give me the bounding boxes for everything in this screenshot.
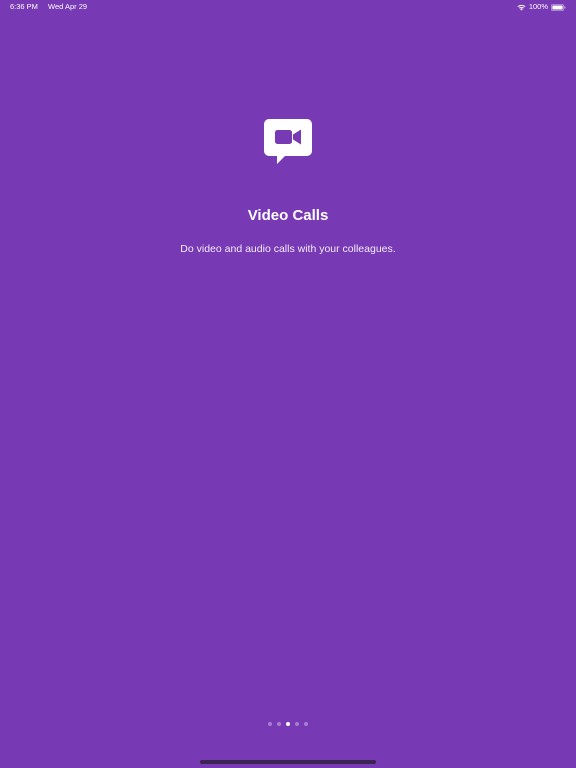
onboarding-description: Do video and audio calls with your colle… (180, 243, 396, 255)
status-time: 6:36 PM (10, 2, 38, 11)
video-chat-icon (264, 119, 312, 164)
hero-icon-container (0, 118, 576, 171)
status-date: Wed Apr 29 (48, 2, 88, 11)
page-indicator[interactable] (0, 722, 576, 726)
status-left: 6:36 PM Wed Apr 29 (10, 0, 87, 14)
page-dot-5[interactable] (304, 722, 308, 726)
wifi-icon (517, 4, 526, 10)
status-right: 100% (517, 0, 566, 14)
page-dot-2[interactable] (277, 722, 281, 726)
battery-percentage: 100% (528, 2, 548, 11)
home-indicator[interactable] (200, 760, 376, 764)
page-dot-3-active[interactable] (286, 722, 290, 726)
page-dot-4[interactable] (295, 722, 299, 726)
onboarding-title: Video Calls (247, 207, 329, 224)
page-dot-1[interactable] (268, 722, 272, 726)
battery-icon (551, 3, 566, 11)
status-bar: 6:36 PM Wed Apr 29 100% (0, 0, 576, 14)
